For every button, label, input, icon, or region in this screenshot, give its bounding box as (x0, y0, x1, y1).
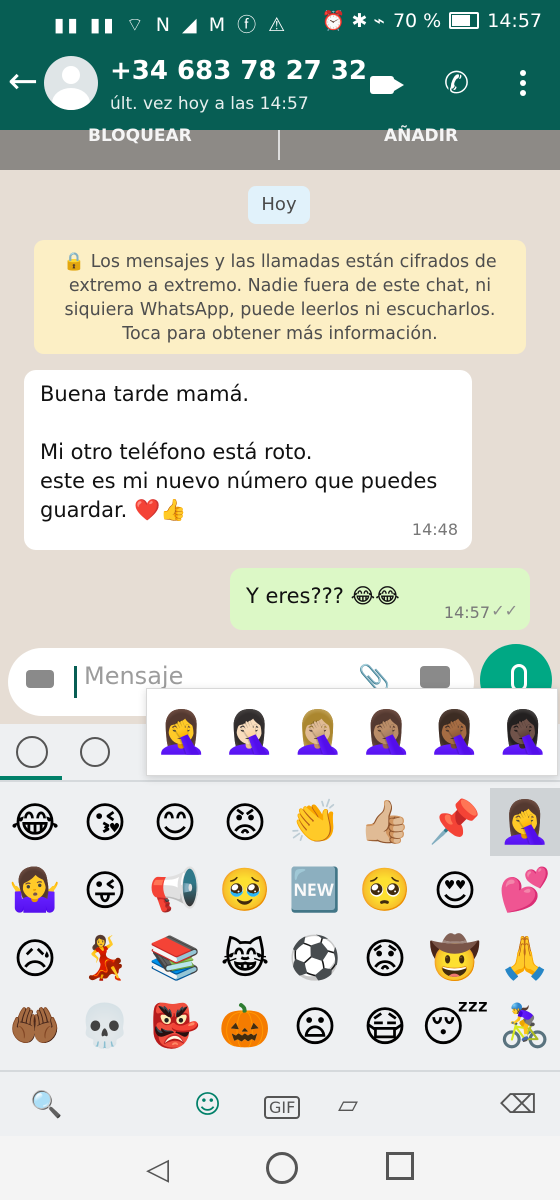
message-time: 14:57 (443, 603, 490, 622)
last-seen: últ. vez hoy a las 14:57 (110, 94, 309, 114)
clock: 14:57 (487, 9, 542, 32)
video-call-icon[interactable] (370, 76, 404, 94)
nav-back-icon[interactable]: ◁ (146, 1152, 169, 1187)
recent-tab-icon[interactable] (16, 736, 48, 768)
skin-tone-option[interactable]: 🤦🏾‍♀️ (428, 707, 480, 757)
keyboard-bottom-bar: 🔍 ☺ GIF ▱ ⌫ (0, 1070, 560, 1136)
system-navigation-bar: ◁ (0, 1136, 560, 1200)
backspace-icon[interactable]: ⌫ (500, 1090, 537, 1120)
emoji-key[interactable]: 😂 (0, 788, 70, 856)
status-right-icons: ⏰ ✱ ⌁ (321, 10, 385, 32)
skin-tone-option[interactable]: 🤦🏻‍♀️ (223, 707, 275, 757)
battery-icon (449, 12, 480, 29)
emoji-key[interactable]: 🥹 (210, 856, 280, 924)
skin-tone-option[interactable]: 🤦🏽‍♀️ (360, 707, 412, 757)
status-right: ⏰ ✱ ⌁ 70 % 14:57 (321, 9, 542, 33)
emoji-key[interactable]: 📢 (140, 856, 210, 924)
emoji-key[interactable]: 😟 (350, 924, 420, 992)
search-icon[interactable]: 🔍 (30, 1090, 62, 1120)
message-time: 14:48 (411, 520, 458, 539)
emoji-key[interactable]: 💕 (490, 856, 560, 924)
outgoing-message[interactable]: Y eres??? 😂😂 14:57 ✓✓ (230, 568, 530, 630)
date-chip: Hoy (248, 186, 310, 224)
emoji-key[interactable]: 🤲🏾 (0, 992, 70, 1060)
emoji-key[interactable]: 😷 (350, 992, 420, 1060)
emoji-key[interactable]: 🆕 (280, 856, 350, 924)
more-options-icon[interactable] (520, 70, 526, 100)
emoji-key[interactable]: 😍 (420, 856, 490, 924)
avatar[interactable] (44, 56, 98, 110)
divider (278, 130, 280, 160)
emoji-key[interactable]: 📚 (140, 924, 210, 992)
battery-percent: 70 % (392, 9, 442, 32)
emoji-key[interactable]: 😘 (70, 788, 140, 856)
emoji-key[interactable]: 📌 (420, 788, 490, 856)
skin-tone-option[interactable]: 🤦‍♀️ (155, 707, 207, 757)
skin-tone-picker: 🤦‍♀️ 🤦🏻‍♀️ 🤦🏼‍♀️ 🤦🏽‍♀️ 🤦🏾‍♀️ 🤦🏿‍♀️ (146, 688, 558, 776)
incoming-message[interactable]: Buena tarde mamá. Mi otro teléfono está … (24, 370, 472, 550)
emoji-key[interactable]: 👍🏼 (350, 788, 420, 856)
message-line: Mi otro teléfono está roto. (40, 440, 313, 464)
back-arrow-icon[interactable]: ← (8, 62, 38, 102)
nav-home-icon[interactable] (266, 1152, 298, 1184)
emoji-grid: 😂 😘 😊 😡 👏 👍🏼 📌 🤦‍♀️ 🤷‍♀️ 😜 📢 🥹 🆕 🥺 😍 💕 😥… (0, 788, 560, 1060)
message-input[interactable]: Mensaje (84, 662, 183, 690)
contact-actions-bar: BLOQUEAR AÑADIR (0, 126, 560, 170)
active-tab-indicator (0, 776, 62, 780)
sticker-icon[interactable]: ▱ (338, 1090, 358, 1120)
emoji-key[interactable]: 🎃 (210, 992, 280, 1060)
emoji-key[interactable]: 🤠 (420, 924, 490, 992)
camera-icon[interactable] (420, 666, 450, 688)
emoji-key[interactable]: 🙏 (490, 924, 560, 992)
emoji-key[interactable]: 🤷‍♀️ (0, 856, 70, 924)
read-ticks-icon: ✓✓ (491, 601, 518, 620)
message-line: Buena tarde mamá. (40, 382, 250, 406)
emoji-key[interactable]: 😦 (280, 992, 350, 1060)
skin-tone-option[interactable]: 🤦🏼‍♀️ (292, 707, 344, 757)
emoji-key[interactable]: 😥 (0, 924, 70, 992)
emoji-key[interactable]: ⚽ (280, 924, 350, 992)
emoji-icon[interactable]: ☺ (194, 1090, 221, 1120)
emoji-keyboard: 😂 😘 😊 😡 👏 👍🏼 📌 🤦‍♀️ 🤷‍♀️ 😜 📢 🥹 🆕 🥺 😍 💕 😥… (0, 724, 560, 1136)
contact-name[interactable]: +34 683 78 27 32 (110, 56, 367, 86)
emoji-key[interactable]: 🚴‍♀️ (490, 992, 560, 1060)
skin-tone-option[interactable]: 🤦🏿‍♀️ (497, 707, 549, 757)
emoji-key-selected[interactable]: 🤦‍♀️ (490, 788, 560, 856)
encryption-notice[interactable]: 🔒 Los mensajes y las llamadas están cifr… (34, 240, 526, 354)
smileys-tab-icon[interactable] (80, 737, 110, 767)
nav-recents-icon[interactable] (386, 1152, 414, 1180)
status-bar: ▮▮ ▮▮ ⌔ N ◢ M ⓕ ⚠ ⏰ ✱ ⌁ 70 % 14:57 (0, 0, 560, 44)
message-line: guardar. ❤️👍 (40, 498, 187, 522)
chat-header: ← +34 683 78 27 32 últ. vez hoy a las 14… (0, 44, 560, 130)
emoji-key[interactable]: 😜 (70, 856, 140, 924)
phone-icon[interactable]: ✆ (444, 66, 469, 101)
block-button[interactable]: BLOQUEAR (88, 126, 192, 146)
add-contact-button[interactable]: AÑADIR (384, 126, 458, 146)
emoji-key[interactable]: 😹 (210, 924, 280, 992)
message-line: este es mi nuevo número que puedes (40, 469, 438, 493)
chat-area: Hoy 🔒 Los mensajes y las llamadas están … (0, 170, 560, 730)
emoji-key[interactable]: 🥺 (350, 856, 420, 924)
emoji-key[interactable]: 💃 (70, 924, 140, 992)
emoji-key[interactable]: 😡 (210, 788, 280, 856)
emoji-key[interactable]: 👏 (280, 788, 350, 856)
emoji-key[interactable]: 👺 (140, 992, 210, 1060)
emoji-key[interactable]: 😴 (420, 992, 490, 1060)
keyboard-icon[interactable] (26, 670, 54, 688)
message-text: Y eres??? 😂😂 (246, 584, 400, 608)
status-left-icons: ▮▮ ▮▮ ⌔ N ◢ M ⓕ ⚠ (54, 14, 289, 36)
gif-button[interactable]: GIF (264, 1096, 301, 1119)
emoji-key[interactable]: 😊 (140, 788, 210, 856)
emoji-key[interactable]: 💀 (70, 992, 140, 1060)
text-caret (74, 666, 77, 698)
